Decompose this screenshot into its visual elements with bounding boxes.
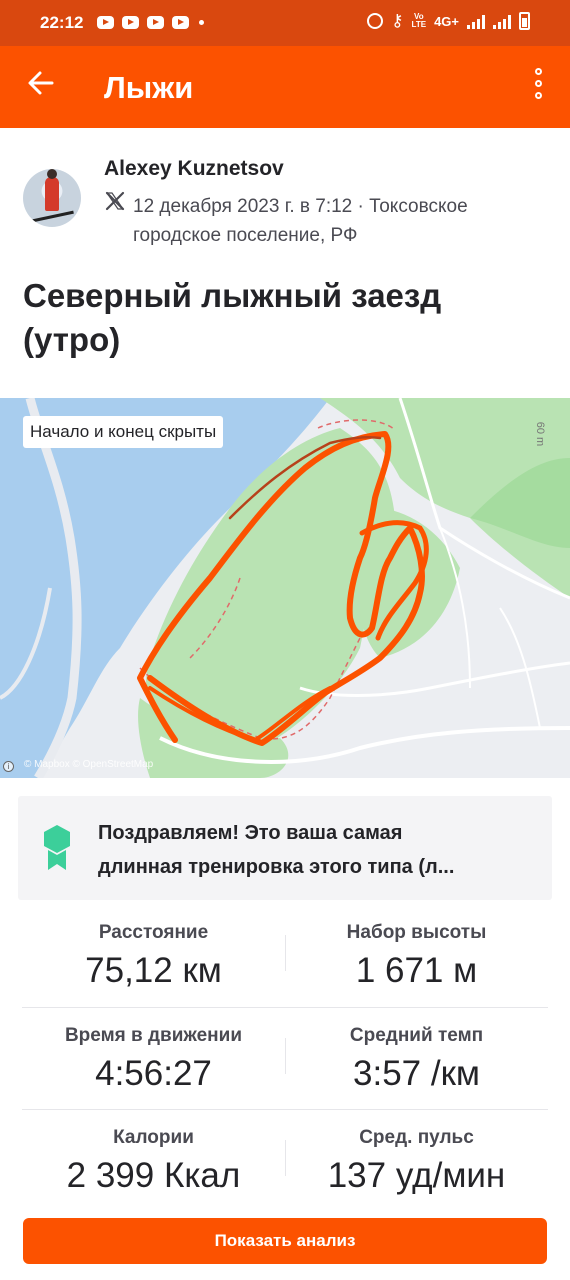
athlete-name[interactable]: Alexey Kuznetsov <box>104 157 284 181</box>
achievement-line-1: Поздравляем! Это ваша самая <box>98 822 403 844</box>
activity-header: Alexey Kuznetsov 12 декабря 2023 г. в 7:… <box>0 128 570 268</box>
notification-dot <box>199 20 204 25</box>
privacy-zone-badge: Начало и конец скрыты <box>23 416 224 448</box>
back-button[interactable] <box>26 68 56 98</box>
stat-label: Средний темп <box>349 1025 484 1046</box>
achievement-banner[interactable]: Поздравляем! Это ваша самая длинная трен… <box>18 796 552 900</box>
stat-label: Время в движении <box>64 1025 243 1046</box>
stat-avg-pace: Средний темп 3:57 /км <box>285 1008 548 1110</box>
volte-icon: Vo LTE <box>411 12 427 29</box>
stat-moving-time: Время в движении 4:56:27 <box>22 1008 285 1110</box>
stat-distance: Расстояние 75,12 км <box>22 905 285 1007</box>
page-title: Лыжи <box>104 70 194 105</box>
stat-value: 1 671 м <box>355 951 478 990</box>
network-type: 4G+ <box>434 13 459 29</box>
achievement-badge-icon <box>44 825 70 870</box>
stat-label: Калории <box>113 1127 194 1148</box>
signal-icon <box>493 14 511 29</box>
stat-label: Расстояние <box>98 922 209 943</box>
status-time: 22:12 <box>40 13 84 32</box>
stat-value: 75,12 км <box>85 951 222 990</box>
map-scale: 60 m <box>534 421 547 447</box>
youtube-icon <box>122 16 139 29</box>
stat-elevation-gain: Набор высоты 1 671 м <box>285 905 548 1007</box>
show-analysis-button[interactable]: Показать анализ <box>23 1218 547 1264</box>
youtube-icon <box>147 16 164 29</box>
alarm-icon <box>367 13 384 29</box>
more-menu-button[interactable] <box>531 68 545 104</box>
stat-calories: Калории 2 399 Ккал <box>22 1110 285 1212</box>
battery-charging-icon <box>519 12 530 30</box>
youtube-icon <box>97 16 114 29</box>
map-canvas <box>0 398 570 778</box>
stat-label: Набор высоты <box>346 922 487 943</box>
key-icon: ⚷ <box>391 11 404 30</box>
stat-avg-heart-rate: Сред. пульс 137 уд/мин <box>285 1110 548 1212</box>
route-map[interactable]: Начало и конец скрыты i © Mapbox © OpenS… <box>0 398 570 778</box>
app-bar: Лыжи <box>0 46 570 128</box>
stat-value: 4:56:27 <box>95 1054 212 1093</box>
avatar[interactable] <box>23 169 81 227</box>
stat-value: 137 уд/мин <box>327 1156 506 1195</box>
arrow-left-icon <box>28 71 54 95</box>
status-bar: 22:12 ⚷ Vo LTE 4G+ <box>0 0 570 46</box>
map-attribution[interactable]: © Mapbox © OpenStreetMap <box>24 759 153 770</box>
x-logo-icon <box>105 191 125 211</box>
stat-value: 2 399 Ккал <box>66 1156 241 1195</box>
youtube-icon <box>172 16 189 29</box>
info-icon[interactable]: i <box>3 761 14 772</box>
more-vertical-icon <box>531 68 545 99</box>
activity-title: Северный лыжный заезд (утро) <box>23 277 442 358</box>
achievement-line-2: длинная тренировка этого типа (л... <box>98 856 455 878</box>
stat-value: 3:57 /км <box>353 1054 480 1093</box>
activity-date-location: 12 декабря 2023 г. в 7:12 · Токсовское г… <box>133 196 468 246</box>
achievement-text: Поздравляем! Это ваша самая длинная трен… <box>98 816 538 884</box>
stat-label: Сред. пульс <box>359 1127 474 1148</box>
signal-icon <box>467 14 485 29</box>
